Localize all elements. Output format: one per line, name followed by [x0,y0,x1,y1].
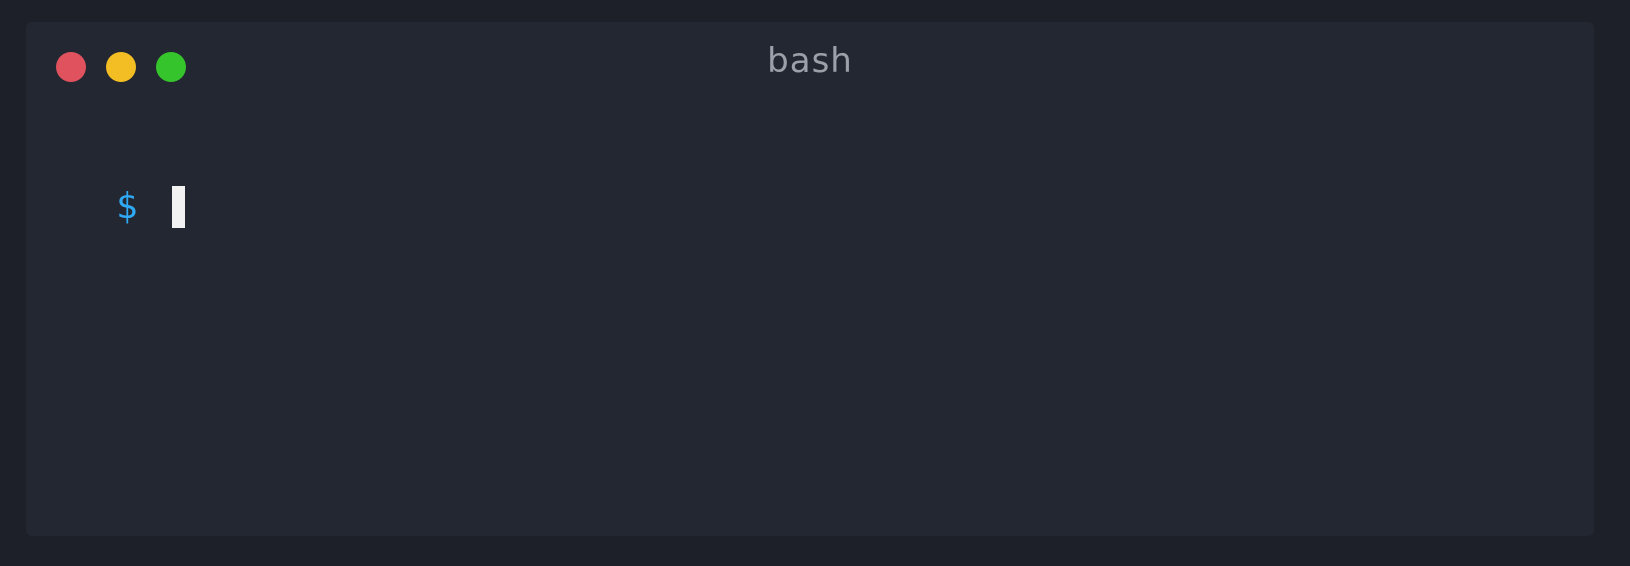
terminal-input-area[interactable]: $ [116,184,185,230]
title-bar: bash [26,22,1594,102]
window-title: bash [767,41,853,81]
text-cursor [171,186,185,228]
prompt-symbol: $ [116,186,138,227]
terminal-window: bash $ [26,22,1594,536]
